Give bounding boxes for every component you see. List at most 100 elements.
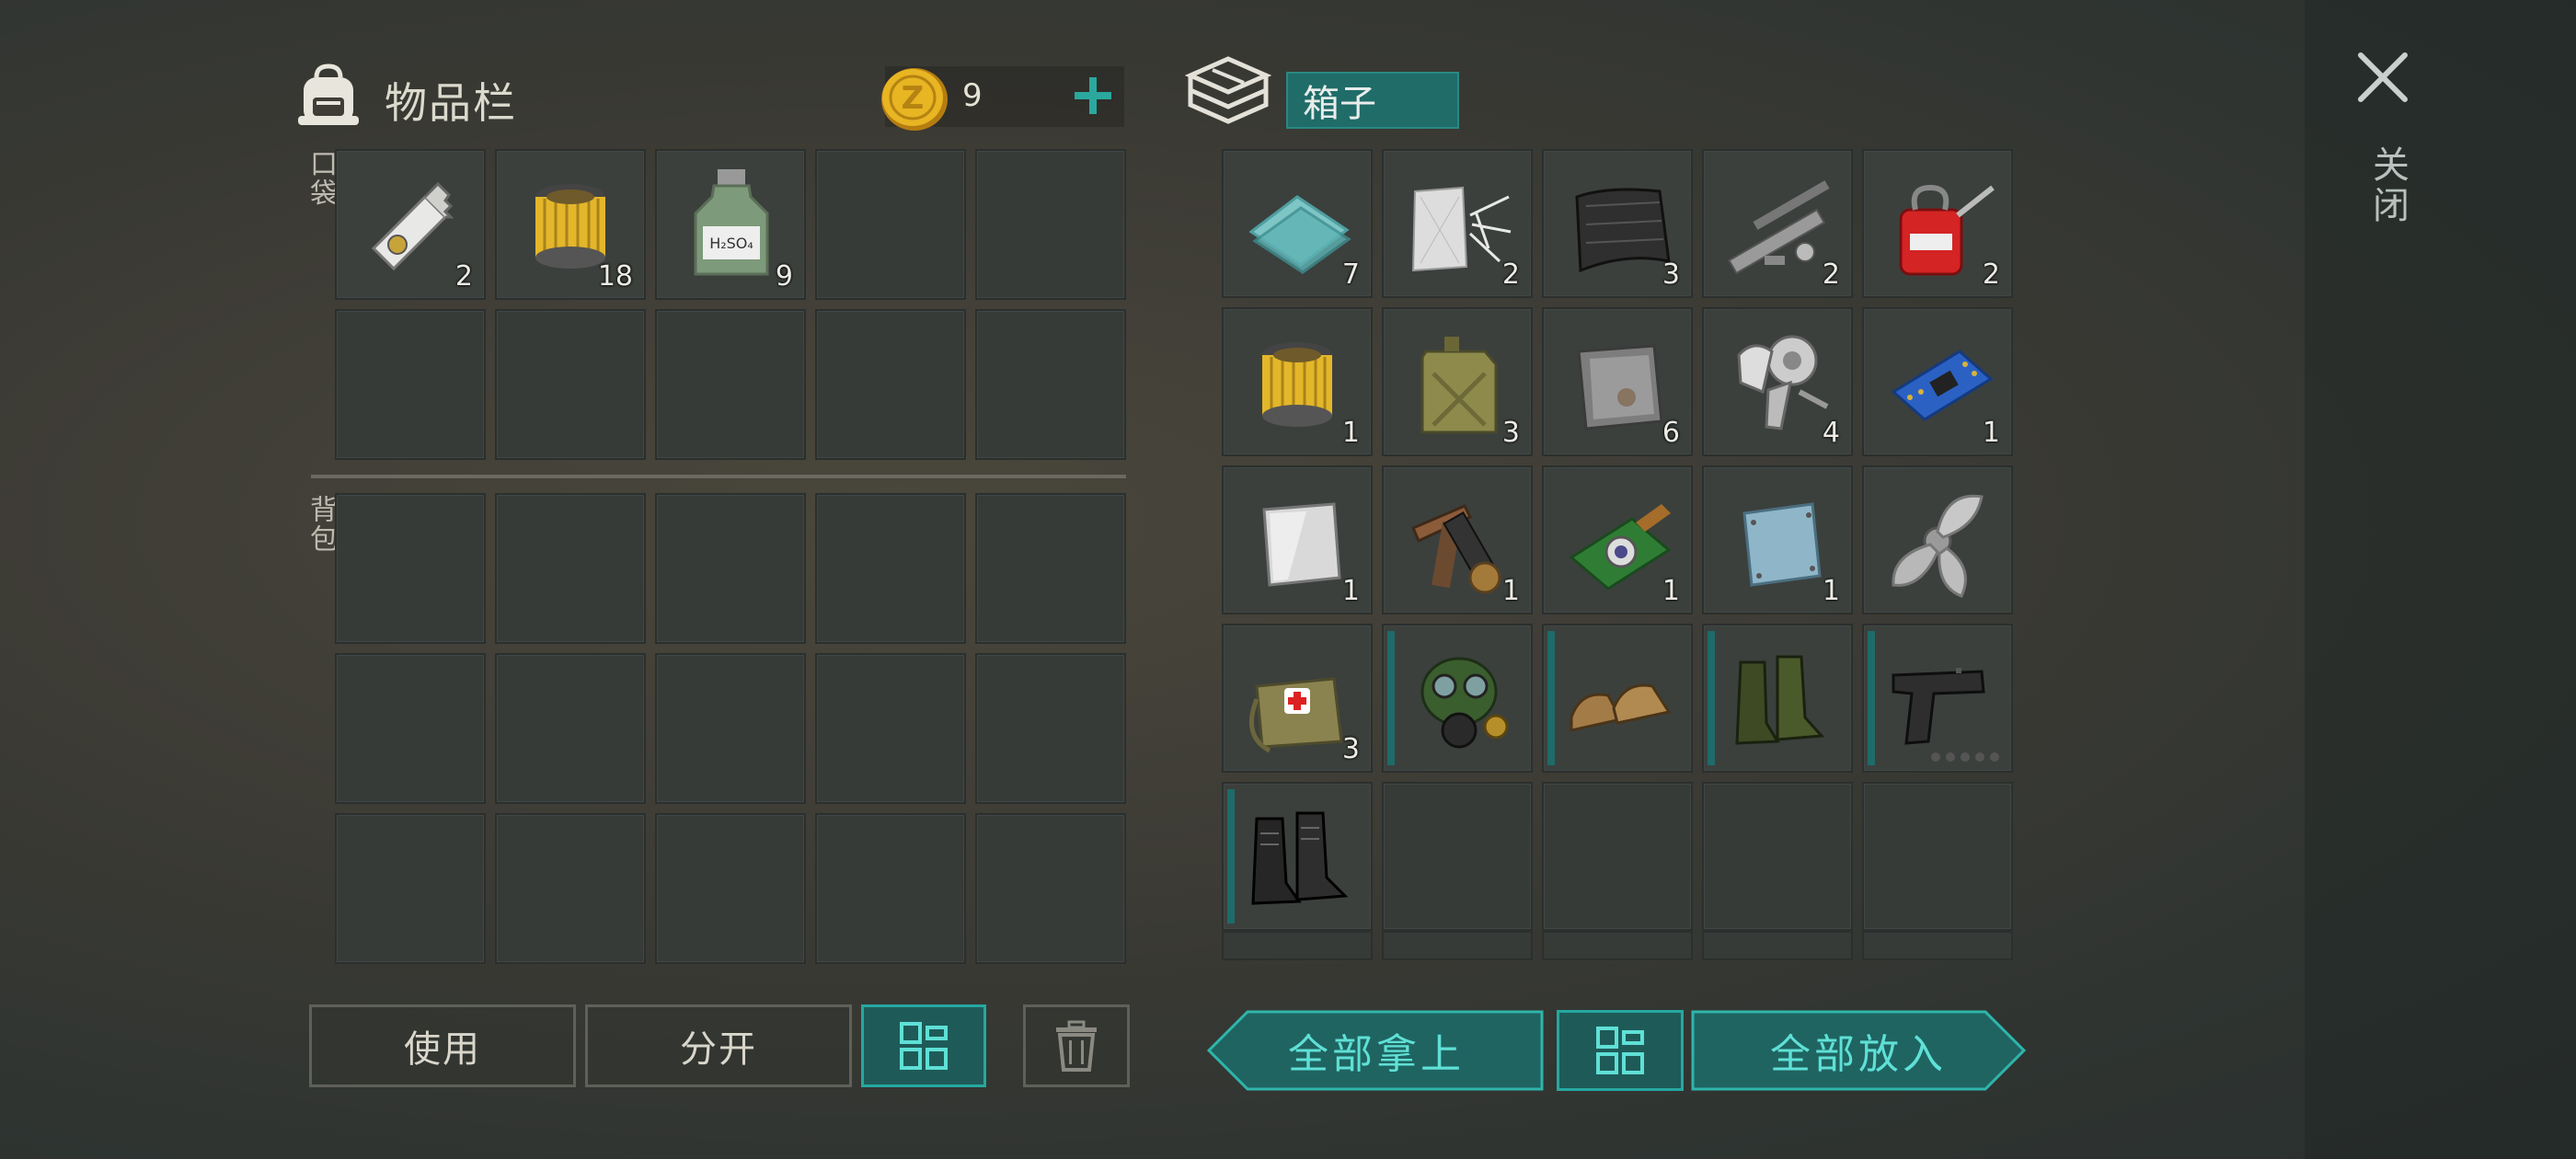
pocket-slot[interactable] [975, 149, 1126, 300]
backpack-slot[interactable] [655, 493, 806, 644]
container-slot[interactable] [1382, 782, 1533, 931]
container-slot[interactable] [1702, 624, 1853, 773]
container-slot[interactable]: 3 [1222, 624, 1373, 773]
container-slot[interactable]: 1 [1862, 307, 2013, 456]
pocket-slot[interactable] [335, 309, 486, 460]
container-slot[interactable] [1862, 465, 2013, 614]
inventory-header: 物品栏 Z 9 [296, 57, 1124, 136]
section-divider [311, 475, 1126, 478]
container-next-row [1382, 931, 1533, 960]
item-quantity: 1 [1822, 575, 1840, 607]
sort-inventory-button[interactable] [861, 1004, 986, 1087]
backpack-slot[interactable] [495, 653, 646, 804]
pocket-slot[interactable] [655, 309, 806, 460]
close-label[interactable]: 关闭 [2361, 145, 2414, 226]
propeller-icon [1892, 494, 1984, 598]
container-slot[interactable] [1862, 782, 2013, 931]
inventory-title: 物品栏 [385, 78, 517, 128]
item-quantity: 3 [1662, 258, 1680, 291]
pocket-slot[interactable] [815, 309, 966, 460]
container-slot[interactable] [1702, 782, 1853, 931]
item-quantity: 3 [1341, 733, 1360, 765]
put-all-label: 全部放入 [1770, 1031, 1947, 1078]
sort-container-button[interactable] [1557, 1010, 1684, 1091]
svg-text:H₂SO₄: H₂SO₄ [709, 235, 753, 252]
container-slot[interactable] [1222, 782, 1373, 931]
item-quantity: 2 [1982, 258, 2000, 291]
backpack-slot[interactable] [655, 813, 806, 964]
container-slot[interactable]: 2 [1862, 149, 2013, 298]
backpack-grid [335, 493, 1126, 964]
item-quantity: 9 [775, 260, 793, 293]
item-quantity: 1 [1501, 575, 1520, 607]
coin-count: 9 [962, 77, 983, 114]
item-quantity: 1 [1341, 417, 1360, 449]
backpack-slot[interactable] [335, 493, 486, 644]
container-slot[interactable] [1542, 624, 1693, 773]
pocket-slot[interactable] [495, 309, 646, 460]
take-all-button[interactable]: 全部拿上 [1207, 1010, 1546, 1091]
pocket-slot[interactable]: 2 [335, 149, 486, 300]
backpack-slot[interactable] [815, 813, 966, 964]
container-slot[interactable]: 7 [1222, 149, 1373, 298]
container-slot[interactable] [1382, 624, 1533, 773]
container-slot[interactable]: 1 [1542, 465, 1693, 614]
grid-sort-icon [1596, 1027, 1644, 1074]
container-slot[interactable]: 1 [1222, 465, 1373, 614]
container-slot[interactable]: 1 [1382, 465, 1533, 614]
add-coins-icon[interactable] [1065, 68, 1121, 123]
container-slot[interactable] [1862, 624, 2013, 773]
split-button[interactable]: 分开 [585, 1004, 852, 1087]
pocket-slot[interactable]: 18 [495, 149, 646, 300]
backpack-slot[interactable] [975, 813, 1126, 964]
item-quantity: 6 [1662, 417, 1680, 449]
item-quantity: 1 [1341, 575, 1360, 607]
trash-button[interactable] [1023, 1004, 1130, 1087]
svg-text:Z: Z [902, 80, 925, 117]
leather-shoes-icon [1570, 683, 1672, 732]
container-slot[interactable]: 4 [1702, 307, 1853, 456]
container-next-row [1542, 931, 1693, 960]
container-next-row [1222, 931, 1373, 960]
pocket-slot[interactable]: H₂SO₄ 9 [655, 149, 806, 300]
item-quantity: 7 [1341, 258, 1360, 291]
take-all-label: 全部拿上 [1288, 1031, 1465, 1078]
backpack-slot[interactable] [975, 493, 1126, 644]
container-slot[interactable]: 1 [1702, 465, 1853, 614]
pistol-icon [1892, 668, 1985, 745]
pocket-slot[interactable] [815, 149, 966, 300]
item-quantity: 1 [1982, 417, 2000, 449]
gas-mask-icon [1420, 657, 1509, 749]
coin-counter: Z 9 [881, 66, 1124, 131]
backpack-slot[interactable] [495, 813, 646, 964]
container-title[interactable]: 箱子 [1286, 72, 1459, 129]
use-button[interactable]: 使用 [309, 1004, 576, 1087]
container-slot[interactable] [1542, 782, 1693, 931]
backpack-slot[interactable] [335, 813, 486, 964]
backpack-slot[interactable] [815, 493, 966, 644]
z-coin-icon: Z [881, 68, 948, 131]
item-quantity: 4 [1822, 417, 1840, 449]
container-slot[interactable]: 1 [1222, 307, 1373, 456]
container-slot[interactable]: 2 [1382, 149, 1533, 298]
container-slot[interactable]: 3 [1542, 149, 1693, 298]
item-quantity: 2 [1822, 258, 1840, 291]
backpack-slot[interactable] [655, 653, 806, 804]
close-icon[interactable] [2353, 48, 2412, 107]
ammo-indicator [1931, 752, 1999, 762]
container-next-row [1862, 931, 2013, 960]
right-shade [2305, 0, 2576, 1159]
container-slot[interactable]: 3 [1382, 307, 1533, 456]
backpack-slot[interactable] [335, 653, 486, 804]
grid-sort-icon [900, 1022, 948, 1070]
backpack-icon [298, 63, 359, 125]
backpack-slot[interactable] [975, 653, 1126, 804]
pocket-grid: 2 18 H₂SO₄ 9 [335, 149, 1126, 460]
backpack-slot[interactable] [815, 653, 966, 804]
backpack-slot[interactable] [495, 493, 646, 644]
pocket-slot[interactable] [975, 309, 1126, 460]
container-slot[interactable]: 2 [1702, 149, 1853, 298]
combat-boots-icon [1251, 811, 1349, 905]
put-all-button[interactable]: 全部放入 [1691, 1010, 2026, 1091]
container-slot[interactable]: 6 [1542, 307, 1693, 456]
